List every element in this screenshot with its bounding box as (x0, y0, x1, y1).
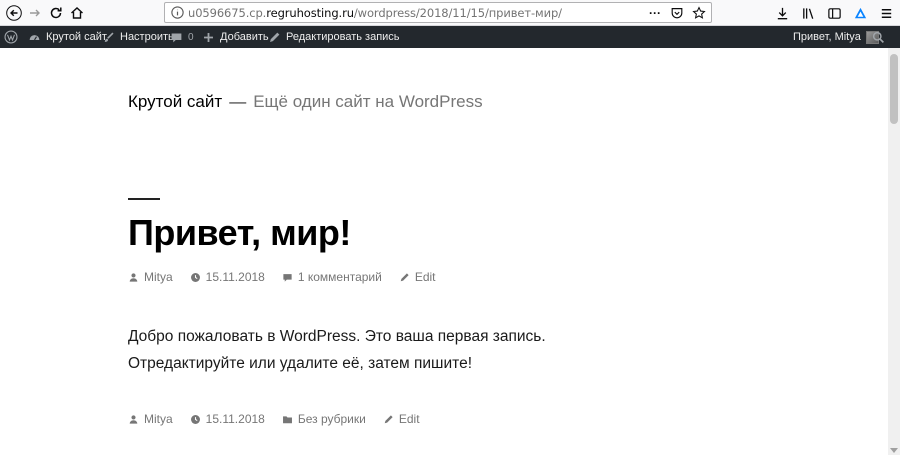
site-title-link[interactable]: Крутой сайт (128, 92, 222, 111)
comments-count: 0 (188, 31, 194, 43)
clock-icon (190, 414, 200, 424)
adminbar-customize[interactable]: Настроить (102, 26, 174, 48)
adminbar-site-name-label: Крутой сайт (46, 31, 107, 43)
pencil-icon (400, 272, 409, 281)
meta-comments[interactable]: 1 комментарий (282, 270, 382, 284)
title-divider (128, 198, 160, 200)
meta-comments-link[interactable]: 1 комментарий (298, 270, 382, 284)
post-title: Привет, мир! (128, 212, 351, 253)
menu-button[interactable] (876, 3, 896, 23)
scrollbar-thumb[interactable] (890, 54, 898, 124)
download-icon (777, 7, 787, 19)
meta-date-value[interactable]: 15.11.2018 (206, 270, 265, 284)
url-actions: ··· (647, 5, 707, 20)
sidebar-icon (827, 7, 841, 19)
meta-edit-link[interactable]: Edit (399, 412, 420, 426)
more-dots-icon: ··· (649, 5, 661, 20)
post-paragraph: Отредактируйте или удалите её, затем пиш… (128, 355, 473, 372)
meta-date[interactable]: 15.11.2018 (190, 270, 265, 284)
info-icon[interactable] (170, 5, 185, 20)
adminbar-new-content[interactable]: Добавить (202, 26, 269, 48)
wp-admin-bar: Крутой сайт Настроить 0 Добавить Редакти… (0, 26, 900, 48)
star-icon (692, 5, 706, 19)
meta-category-link[interactable]: Без рубрики (298, 412, 366, 426)
adminbar-search[interactable] (872, 26, 885, 48)
site-title-separator: — (229, 92, 247, 111)
wordpress-logo-icon (4, 30, 18, 44)
post-content: Добро пожаловать в WordPress. Это ваша п… (128, 323, 546, 377)
meta-author-name[interactable]: Mitya (144, 412, 173, 426)
meta-date-value[interactable]: 15.11.2018 (206, 412, 265, 426)
page-actions-button[interactable]: ··· (647, 5, 663, 20)
pocket-button[interactable] (669, 5, 685, 20)
reload-button[interactable] (45, 2, 67, 24)
hamburger-menu-icon (881, 8, 891, 18)
library-button[interactable] (798, 3, 818, 23)
plus-icon (204, 32, 213, 42)
meta-author[interactable]: Mitya (128, 270, 173, 284)
pencil-icon (384, 414, 393, 423)
folder-icon (282, 415, 292, 423)
clock-icon (190, 272, 200, 282)
reload-icon (50, 7, 62, 19)
forward-arrow-icon (30, 9, 40, 17)
url-host: regruhosting.ru (266, 6, 354, 20)
meta-edit[interactable]: Edit (383, 412, 420, 426)
meta-author-name[interactable]: Mitya (144, 270, 173, 284)
scroll-down-arrow-icon[interactable] (890, 448, 898, 453)
adminbar-edit-label: Редактировать запись (286, 31, 400, 43)
search-icon (872, 31, 884, 43)
forward-button[interactable] (24, 2, 46, 24)
library-icon (802, 7, 813, 19)
extension-button[interactable] (850, 3, 870, 23)
adminbar-edit-post[interactable]: Редактировать запись (268, 26, 400, 48)
page-scrollbar[interactable] (888, 48, 900, 455)
back-arrow-icon (6, 5, 22, 21)
url-bar[interactable]: u0596675.cp.regruhosting.ru/wordpress/20… (164, 2, 712, 23)
url-host-prefix: u0596675.cp. (188, 6, 267, 20)
pencil-icon (270, 32, 280, 42)
sidebar-button[interactable] (824, 3, 844, 23)
site-description: Ещё один сайт на WordPress (253, 92, 483, 111)
home-icon (71, 7, 83, 19)
adminbar-site-name[interactable]: Крутой сайт (28, 26, 107, 48)
adminbar-add-label: Добавить (220, 31, 269, 43)
downloads-button[interactable] (772, 3, 792, 23)
post-meta-bottom: Mitya 15.11.2018 Без рубрики Edit (128, 412, 437, 426)
comment-bubble-icon (171, 32, 182, 42)
adminbar-howdy-label: Привет, Mitya (793, 31, 861, 43)
meta-category[interactable]: Без рубрики (282, 412, 366, 426)
home-button[interactable] (66, 2, 88, 24)
site-branding: Крутой сайт — Ещё один сайт на WordPress (128, 92, 483, 112)
url-path: /wordpress/2018/11/15/привет-мир/ (353, 6, 562, 20)
bookmark-star-button[interactable] (691, 5, 707, 20)
url-text[interactable]: u0596675.cp.regruhosting.ru/wordpress/20… (188, 6, 562, 20)
adminbar-customize-label: Настроить (120, 31, 174, 43)
meta-date[interactable]: 15.11.2018 (190, 412, 265, 426)
person-icon (129, 272, 138, 282)
browser-right-tools (772, 3, 896, 23)
meta-edit[interactable]: Edit (399, 270, 436, 284)
pocket-icon (671, 7, 683, 18)
brush-icon (104, 31, 114, 42)
comment-icon (283, 273, 292, 282)
post-meta-top: Mitya 15.11.2018 1 комментарий Edit (128, 270, 453, 284)
back-button[interactable] (3, 2, 25, 24)
meta-author[interactable]: Mitya (128, 412, 173, 426)
browser-toolbar: u0596675.cp.regruhosting.ru/wordpress/20… (0, 0, 900, 26)
adminbar-my-account[interactable]: Привет, Mitya (793, 26, 879, 48)
person-icon (129, 414, 138, 424)
post-paragraph: Добро пожаловать в WordPress. Это ваша п… (128, 328, 546, 345)
extension-icon (854, 7, 866, 18)
wp-logo-menu[interactable] (4, 26, 18, 48)
adminbar-comments[interactable]: 0 (170, 26, 194, 48)
meta-edit-link[interactable]: Edit (415, 270, 436, 284)
dashboard-gauge-icon (29, 34, 40, 40)
